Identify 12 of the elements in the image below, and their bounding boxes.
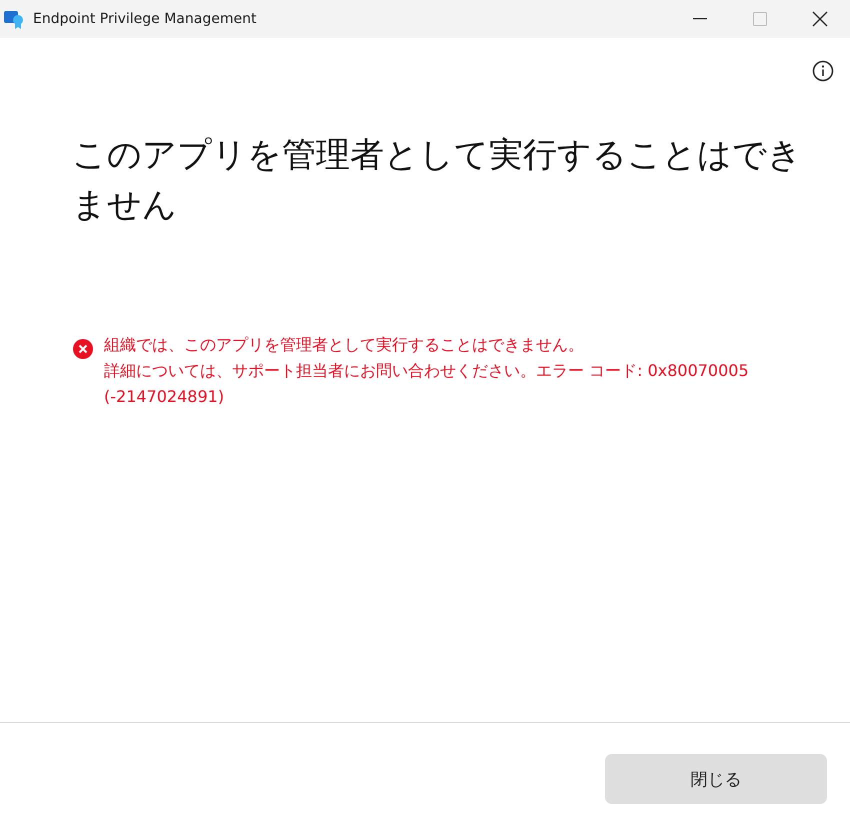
info-icon[interactable] — [812, 60, 834, 82]
error-message-line: (-2147024891) — [104, 386, 226, 408]
close-dialog-button[interactable]: 閉じる — [605, 754, 827, 804]
heading-line: ません — [72, 184, 178, 227]
window-title: Endpoint Privilege Management — [33, 11, 258, 27]
app-icon — [3, 8, 25, 30]
error-message-line: 詳細については、サポート担当者にお問い合わせください。エラー コード: 0x80070005 — [104, 360, 749, 382]
close-icon[interactable] — [812, 11, 828, 27]
heading-line: このアプリを管理者として実行することはでき — [72, 134, 803, 177]
error-icon — [72, 338, 94, 360]
error-message-line: 組織では、このアプリを管理者として実行することはできません。 — [104, 334, 585, 356]
minimize-icon[interactable] — [693, 18, 707, 20]
